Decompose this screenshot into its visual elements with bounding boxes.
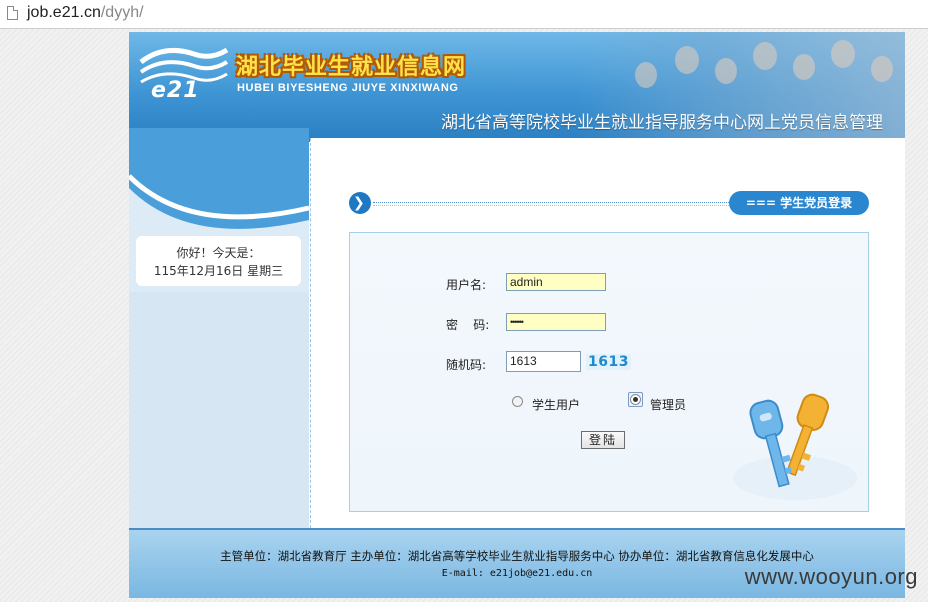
left-panel: 你好！今天是： 115年12月16日 星期三 (129, 232, 309, 528)
role-radio-admin[interactable] (630, 394, 641, 405)
dotted-divider (373, 202, 733, 203)
left-panel-fill (129, 292, 309, 528)
header-banner: e21 湖北毕业生就业信息网 HUBEI BIYESHENG JIUYE XIN… (129, 32, 905, 142)
dotted-divider (373, 205, 733, 206)
username-input[interactable]: admin (506, 273, 606, 291)
footer-organizers: 主管单位：湖北省教育厅 主办单位：湖北省高等学校毕业生就业指导服务中心 协办单位… (220, 549, 814, 563)
url-host: job.e21.cn (27, 4, 101, 21)
section-title: === 学生党员登录 === (729, 191, 869, 234)
password-label: 密 码: (446, 318, 490, 332)
logo-text: e21 (151, 78, 200, 103)
site-title: 湖北毕业生就业信息网 (236, 55, 467, 80)
role-radio-student[interactable] (512, 396, 523, 407)
page-icon (7, 6, 18, 20)
role-label-admin: 管理员 (650, 398, 687, 412)
arrow-right-icon: ❯ (353, 195, 365, 211)
url-path: /dyyh/ (100, 4, 144, 21)
password-input[interactable]: •••••• (506, 313, 606, 331)
greeting-text: 你好！今天是： (176, 246, 261, 260)
date-card: 你好！今天是： 115年12月16日 星期三 (136, 236, 301, 286)
username-label: 用户名: (446, 278, 487, 292)
date-text: 115年12月16日 星期三 (153, 264, 284, 278)
site-pinyin: HUBEI BIYESHENG JIUYE XINXIWANG (237, 82, 459, 94)
role-label-student: 学生用户 (532, 398, 581, 412)
page-container: e21 湖北毕业生就业信息网 HUBEI BIYESHENG JIUYE XIN… (129, 32, 905, 598)
captcha-image[interactable]: 1613 (586, 354, 631, 370)
login-button[interactable]: 登陆 (581, 431, 625, 449)
main-content: ❯ === 学生党员登录 === 用户名: admin 密 码: •••••• … (310, 138, 905, 528)
address-bar[interactable]: job.e21.cn/dyyh/ (0, 0, 928, 29)
login-form: 用户名: admin 密 码: •••••• 随机码: 1613 1613 学生… (349, 232, 869, 512)
captcha-label: 随机码: (446, 358, 487, 372)
url-text[interactable]: job.e21.cn/dyyh/ (27, 4, 144, 22)
watermark: www.wooyun.org (744, 564, 918, 589)
captcha-input[interactable]: 1613 (506, 351, 581, 372)
section-marker: ❯ (349, 192, 371, 214)
keys-icon (733, 393, 857, 500)
